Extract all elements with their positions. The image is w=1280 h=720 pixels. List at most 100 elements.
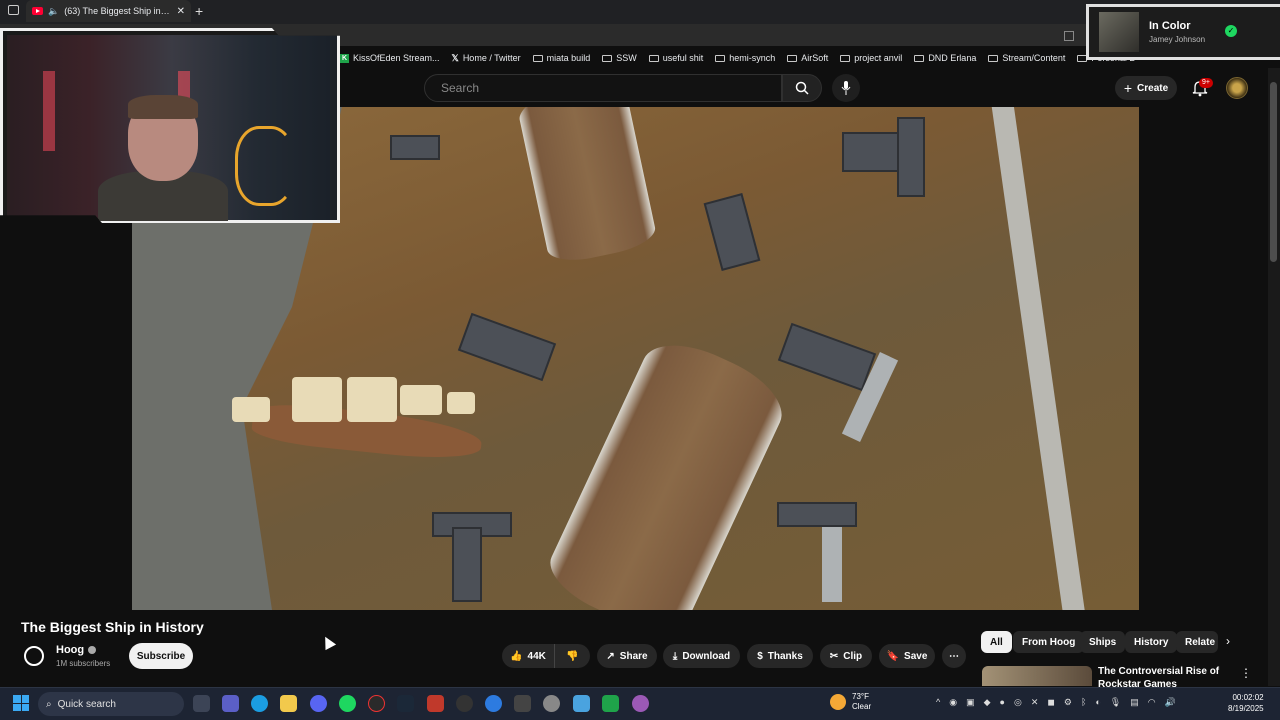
task-view-icon[interactable] <box>193 695 210 712</box>
edge-browser-icon[interactable] <box>251 695 268 712</box>
thumbs-down-icon: 👎 <box>566 650 579 662</box>
bookmark-folder[interactable]: AirSoft <box>787 53 828 63</box>
volume-icon[interactable]: 🔊 <box>1165 697 1176 708</box>
bluetooth-icon[interactable]: ᛒ <box>1081 697 1086 708</box>
microphone-icon <box>841 81 851 95</box>
channel-name[interactable]: Hoog <box>56 644 97 656</box>
tray-app-icon[interactable]: ▣ <box>966 697 975 708</box>
obs-icon[interactable] <box>368 695 385 712</box>
app-icon[interactable] <box>485 695 502 712</box>
app-icon[interactable] <box>427 695 444 712</box>
recommended-title[interactable]: The Controversial Rise of Rockstar Games <box>1098 665 1228 687</box>
app-icon[interactable] <box>543 695 560 712</box>
new-tab-button[interactable]: + <box>195 3 203 19</box>
chip-from-hoog[interactable]: From Hoog <box>1013 631 1085 653</box>
save-button[interactable]: 🔖 Save <box>879 644 935 668</box>
more-vertical-icon[interactable]: ⋮ <box>1240 666 1252 680</box>
tray-app-icon[interactable]: ⚙ <box>1064 697 1072 708</box>
chevron-right-icon[interactable]: › <box>1226 634 1230 648</box>
create-button[interactable]: + Create <box>1115 76 1177 100</box>
like-button[interactable]: 👍 44K <box>502 644 554 668</box>
folder-icon <box>602 54 613 62</box>
windows-start-icon[interactable] <box>13 695 29 711</box>
video-building-roof <box>897 117 925 197</box>
close-tab-icon[interactable]: ✕ <box>177 6 185 17</box>
browser-tab-active[interactable]: 🔈 (63) The Biggest Ship in History - You… <box>26 0 191 22</box>
voice-search-button[interactable] <box>832 74 860 102</box>
app-icon[interactable] <box>632 695 649 712</box>
chart-app-icon[interactable] <box>602 695 619 712</box>
discord-icon[interactable] <box>310 695 327 712</box>
chevron-up-icon[interactable]: ^ <box>936 697 940 708</box>
tray-app-icon[interactable]: ◉ <box>949 697 957 708</box>
tray-app-icon[interactable]: ◎ <box>1014 697 1022 708</box>
app-icon[interactable] <box>456 695 473 712</box>
tray-app-icon[interactable]: ● <box>1000 697 1005 708</box>
bookmark-folder[interactable]: SSW <box>602 53 637 63</box>
bookmark-folder[interactable]: miata build <box>532 53 590 63</box>
subscribe-button[interactable]: Subscribe <box>129 643 193 669</box>
video-sail <box>400 385 442 415</box>
microphone-icon[interactable]: 🎙 <box>1110 697 1121 708</box>
wifi-icon[interactable]: ◠ <box>1148 697 1156 708</box>
recommended-thumbnail[interactable] <box>982 666 1092 686</box>
sidebar-toggle-icon[interactable] <box>1064 31 1074 41</box>
bookmark-folder[interactable]: hemi-synch <box>715 53 775 63</box>
app-icon[interactable] <box>514 695 531 712</box>
steam-tray-icon[interactable]: ◐ <box>1095 697 1100 708</box>
video-building-roof <box>390 135 440 160</box>
file-explorer-icon[interactable] <box>280 695 297 712</box>
weather-desc: Clear <box>852 702 872 711</box>
clip-button[interactable]: ✂ Clip <box>820 644 872 668</box>
download-button[interactable]: ⤓ Download <box>663 644 740 668</box>
video-building-roof <box>777 322 877 392</box>
taskbar-clock[interactable]: 00:02:02 8/19/2025 <box>1228 692 1264 714</box>
chip-history[interactable]: History <box>1125 631 1178 653</box>
tab-actions-icon[interactable] <box>8 5 19 15</box>
channel-avatar[interactable] <box>24 646 44 666</box>
folder-icon <box>988 54 999 62</box>
dislike-button[interactable]: 👎 <box>554 644 590 668</box>
search-input[interactable]: Search <box>424 74 782 102</box>
bookmark-folder[interactable]: DND Erlana <box>914 53 976 63</box>
video-ship-hull-top <box>515 107 659 267</box>
speaker-icon[interactable]: 🔈 <box>48 6 59 17</box>
kiss-green-icon: K <box>340 53 349 63</box>
video-fortress-wall <box>990 107 1086 610</box>
bookmark-folder[interactable]: useful shit <box>648 53 703 63</box>
tray-app-icon[interactable]: ◼ <box>1047 697 1054 708</box>
bookmark-folder[interactable]: Stream/Content <box>988 53 1065 63</box>
spotify-icon[interactable] <box>339 695 356 712</box>
bookmark-kissofeden[interactable]: K KissOfEden Stream... <box>340 53 440 63</box>
video-sail <box>347 377 397 422</box>
webcam-person-hair <box>128 95 198 119</box>
folder-icon <box>840 54 851 62</box>
chip-all[interactable]: All <box>981 631 1012 653</box>
tray-app-icon[interactable]: ◆ <box>984 697 991 708</box>
bookmark-folder[interactable]: project anvil <box>840 53 902 63</box>
steam-icon[interactable] <box>397 695 414 712</box>
chip-ships[interactable]: Ships <box>1080 631 1126 653</box>
account-avatar[interactable] <box>1226 77 1248 99</box>
bookmark-icon: 🔖 <box>886 650 900 662</box>
video-ship-hull-bottom <box>539 328 795 610</box>
album-art <box>1099 12 1139 52</box>
scrollbar-thumb[interactable] <box>1270 82 1277 262</box>
now-playing-artist: Jamey Johnson <box>1149 35 1206 44</box>
taskbar-search[interactable]: ⌕ Quick search <box>38 692 184 716</box>
more-actions-button[interactable]: ⋯ <box>942 644 966 668</box>
weather-widget[interactable]: 73°F Clear <box>830 692 871 712</box>
clock-time: 00:02:02 <box>1232 693 1264 702</box>
chip-related[interactable]: Relate <box>1176 631 1218 653</box>
thanks-button[interactable]: $ Thanks <box>747 644 813 668</box>
bookmark-twitter[interactable]: 𝕏 Home / Twitter <box>452 53 521 64</box>
system-tray[interactable]: ^ ◉ ▣ ◆ ● ◎ ✕ ◼ ⚙ ᛒ ◐ 🎙 ▤ ◠ 🔊 <box>936 697 1176 708</box>
notification-badge: 9+ <box>1199 78 1213 88</box>
search-button[interactable] <box>782 74 822 102</box>
notepad-icon[interactable] <box>573 695 590 712</box>
video-building-roof <box>457 312 557 382</box>
tray-app-icon[interactable]: ✕ <box>1031 697 1039 708</box>
tray-app-icon[interactable]: ▤ <box>1130 697 1139 708</box>
teams-icon[interactable] <box>222 695 239 712</box>
share-button[interactable]: ↗ Share <box>597 644 657 668</box>
